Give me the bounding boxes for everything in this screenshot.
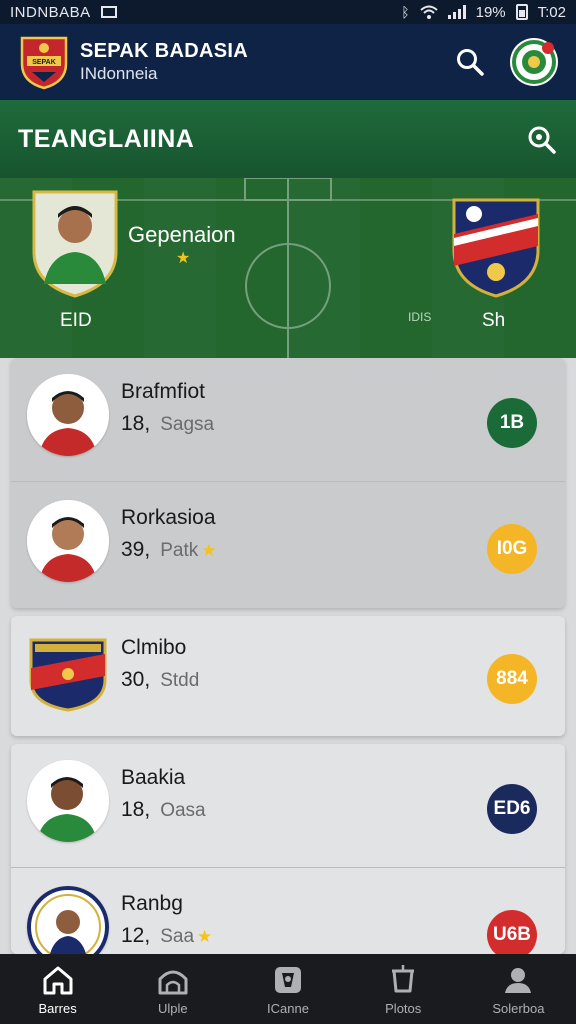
mail-icon bbox=[100, 6, 117, 18]
opponent-club-crest bbox=[452, 198, 540, 298]
carrier-label: INDNBABA bbox=[10, 3, 91, 21]
player-card: Baakia 18, Oasa ED6 Ranbg 12, Saa ★ U6B bbox=[11, 744, 565, 954]
player-card-group: Brafmfiot 18, Sagsa 1B Rorkasioa 39, Patk ★… bbox=[11, 358, 565, 608]
wifi-icon bbox=[419, 5, 438, 19]
player-position: Sagsa bbox=[160, 414, 215, 435]
rating-badge: U6B bbox=[487, 910, 537, 954]
nav-label: Ulple bbox=[157, 1000, 188, 1016]
rating-badge: 1B bbox=[487, 398, 537, 448]
rating-badge: ED6 bbox=[487, 784, 537, 834]
nav-stadium[interactable]: Ulple bbox=[115, 954, 230, 1024]
player-list: Brafmfiot 18, Sagsa 1B Rorkasioa 39, Patk ★… bbox=[0, 358, 576, 954]
app-title: SEPAK BADASIA bbox=[80, 40, 248, 62]
list-item[interactable]: Baakia 18, Oasa ED6 bbox=[11, 744, 565, 868]
bluetooth-icon: ᛒ bbox=[401, 4, 410, 20]
opponent-club-label: Sh bbox=[482, 310, 506, 331]
player-name: Ranbg bbox=[121, 892, 183, 915]
star-icon: ★ bbox=[201, 541, 217, 560]
list-item[interactable]: Brafmfiot 18, Sagsa 1B bbox=[11, 358, 565, 482]
player-number: 12, bbox=[121, 924, 151, 947]
player-avatar bbox=[27, 760, 109, 842]
signal-icon bbox=[447, 5, 466, 19]
section-header: TEANGLAIINA bbox=[0, 100, 576, 178]
list-item[interactable]: Clmibo 30, Stdd 884 bbox=[11, 616, 565, 736]
club-badge-icon bbox=[512, 40, 556, 84]
player-position: Patk bbox=[160, 540, 199, 561]
player-name: Baakia bbox=[121, 766, 186, 789]
profile-icon bbox=[505, 967, 532, 993]
app-subtitle: INdonneia bbox=[80, 64, 158, 83]
section-title: TEANGLAIINA bbox=[18, 124, 195, 153]
featured-match-title: Gepenaion bbox=[128, 222, 236, 247]
player-avatar bbox=[27, 500, 109, 582]
nav-home[interactable]: Barres bbox=[0, 954, 115, 1024]
player-meta: 18, Oasa bbox=[121, 798, 206, 822]
star-icon: ★ bbox=[197, 927, 213, 946]
player-name: Rorkasioa bbox=[121, 506, 216, 529]
search-button[interactable] bbox=[452, 44, 488, 80]
player-meta: 18, Sagsa bbox=[121, 412, 214, 436]
svg-text:SEPAK: SEPAK bbox=[32, 59, 56, 66]
player-number: 18, bbox=[121, 798, 151, 821]
player-position: Oasa bbox=[160, 800, 206, 821]
status-bar: INDNBABA ᛒ 19% T:02 bbox=[0, 0, 576, 24]
featured-player-label: EID bbox=[60, 310, 92, 331]
pitch-mid-label: IDIS bbox=[408, 310, 432, 324]
club-sub: Stdd bbox=[160, 670, 200, 691]
app-header: SEPAK SEPAK BADASIA INdonneia bbox=[0, 24, 576, 100]
club-number: 30, bbox=[121, 668, 151, 691]
nav-profile[interactable]: Solerboa bbox=[461, 954, 576, 1024]
club-card: Clmibo 30, Stdd 884 bbox=[11, 616, 565, 736]
battery-icon bbox=[515, 4, 528, 20]
clock: T:02 bbox=[537, 3, 566, 21]
nav-trophy[interactable]: Plotos bbox=[346, 954, 461, 1024]
player-meta: 39, Patk ★ bbox=[121, 538, 216, 562]
list-item[interactable]: Rorkasioa 39, Patk ★ I0G bbox=[11, 484, 565, 608]
nav-label: Plotos bbox=[385, 1000, 422, 1016]
nav-label: ICanne bbox=[267, 1000, 309, 1016]
rating-badge: 884 bbox=[487, 654, 537, 704]
club-meta: 30, Stdd bbox=[121, 668, 199, 692]
divider bbox=[11, 867, 565, 868]
profile-avatar-button[interactable] bbox=[510, 38, 558, 86]
rating-badge: I0G bbox=[487, 524, 537, 574]
trophy-icon bbox=[392, 964, 415, 992]
player-number: 18, bbox=[121, 412, 151, 435]
star-icon: ★ bbox=[176, 250, 191, 267]
club-name: Clmibo bbox=[121, 636, 187, 659]
player-name: Brafmfiot bbox=[121, 380, 206, 403]
list-item[interactable]: Ranbg 12, Saa ★ U6B bbox=[11, 870, 565, 954]
nav-label: Solerboa bbox=[492, 1000, 545, 1016]
player-position: Saa bbox=[160, 926, 195, 947]
battery-percent: 19% bbox=[475, 3, 506, 21]
player-meta: 12, Saa ★ bbox=[121, 924, 212, 948]
player-avatar bbox=[27, 374, 109, 456]
team-icon bbox=[275, 966, 301, 993]
nav-label: Barres bbox=[38, 1000, 77, 1016]
home-icon bbox=[43, 966, 73, 994]
featured-player-portrait bbox=[32, 190, 118, 298]
club-crest bbox=[27, 630, 109, 712]
filter-search-icon[interactable] bbox=[524, 122, 558, 156]
bottom-nav: Barres Ulple ICanne Plotos Solerboa bbox=[0, 954, 576, 1024]
nav-team[interactable]: ICanne bbox=[230, 954, 345, 1024]
match-hero[interactable]: Gepenaion ★ EID IDIS Sh bbox=[0, 178, 576, 358]
player-avatar bbox=[27, 886, 109, 954]
stadium-icon bbox=[158, 970, 188, 994]
player-number: 39, bbox=[121, 538, 151, 561]
app-logo-icon: SEPAK bbox=[20, 36, 68, 90]
search-icon bbox=[457, 49, 484, 76]
divider bbox=[11, 481, 565, 482]
